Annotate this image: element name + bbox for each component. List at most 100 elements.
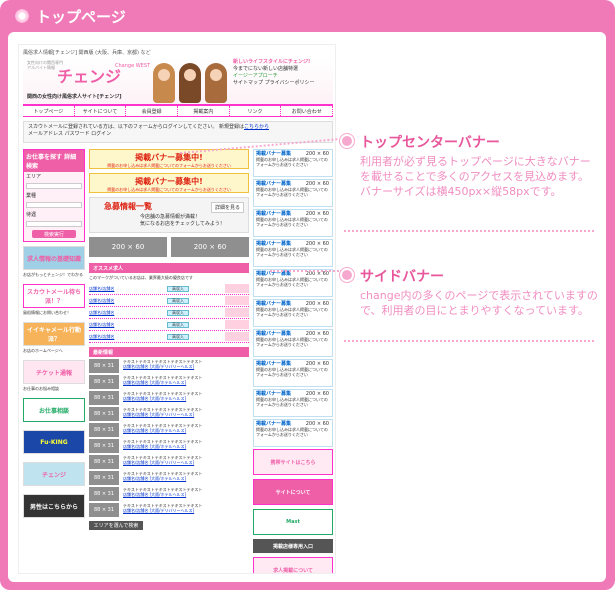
news-row[interactable]: 88 × 31 テキストテキストテキストテキストテキスト 店舗名/店舗名 [大阪/ホ… [89,487,249,501]
news-shop-link[interactable]: 店舗名/店舗名 [大阪/ホテルヘルス] [123,396,249,401]
recommend-shop-link[interactable]: 店舗名/店舗名 [89,334,137,340]
recommend-thumb[interactable] [225,308,249,317]
side-banner[interactable]: 掲載バナー募集 200 × 60 掲載のお申し込みは求人掲載についてのフォームからお… [253,419,333,447]
urgent-jobs-box[interactable]: 急募情報一覧 詳細を見る 今店舗の急募情報が満載！ 気になるお店をチェックしてみ… [89,197,249,233]
recommend-row[interactable]: 店舗名/店舗名 高収入 [89,295,249,307]
search-button[interactable]: 検索実行 [32,230,76,238]
ticket-banner[interactable]: チケット通報 [23,360,85,384]
news-banner-88x31[interactable]: 88 × 31 [89,359,119,373]
news-shop-link[interactable]: 店舗名/店舗名 [大阪/デリバリーヘルス] [123,508,249,513]
nav-register[interactable]: 会員登録 [126,106,179,116]
action-banner[interactable]: イイキャメール行動派？ [23,322,85,346]
nav-about[interactable]: サイトについて [75,106,127,116]
shop-login-button[interactable]: 掲載店様専用入口 [253,539,333,553]
news-shop-link[interactable]: 店舗名/店舗名 [大阪/ホテルヘルス] [123,444,249,449]
area-select[interactable] [26,183,82,189]
side-banner-size: 200 × 60 [305,301,329,307]
news-banner-88x31[interactable]: 88 × 31 [89,407,119,421]
news-row[interactable]: 88 × 31 テキストテキストテキストテキストテキスト 店舗名/店舗名 [大阪/ホ… [89,423,249,437]
news-shop-link[interactable]: 店舗名/店舗名 [大阪/デリバリーヘルス] [123,364,249,369]
recommend-row[interactable]: 店舗名/店舗名 高収入 [89,319,249,331]
side-banner[interactable]: 掲載バナー募集 200 × 60 掲載のお申し込みは求人掲載についてのフォームからお… [253,389,333,417]
about-site-banner[interactable]: サイトについて [253,479,333,505]
side-banner-size: 200 × 60 [305,271,329,277]
recommend-shop-link[interactable]: 店舗名/店舗名 [89,322,137,328]
header-links[interactable]: サイトマップ プライバシーポリシー [233,80,329,87]
industry-select[interactable] [26,202,82,208]
recommend-shop-link[interactable]: 店舗名/店舗名 [89,310,137,316]
login-fields[interactable]: メールアドレス パスワード ログイン [28,131,328,138]
side-banner-size: 200 × 60 [305,211,329,217]
recommend-badge: 高収入 [167,321,189,328]
side-banner-size: 200 × 60 [305,361,329,367]
banner-200x60-right[interactable]: 200 × 60 [171,237,249,257]
site-logo[interactable]: チェンジ [57,63,121,87]
news-row[interactable]: 88 × 31 テキストテキストテキストテキストテキスト 店舗名/店舗名 [大阪/ホ… [89,471,249,485]
recommend-row[interactable]: 店舗名/店舗名 高収入 [89,307,249,319]
side-banner[interactable]: 掲載バナー募集 200 × 60 掲載のお申し込みは求人掲載についてのフォームからお… [253,329,333,357]
callout-side-banner: サイドバナー change内の多くのページで表示されていますので、利用者の目にと… [340,264,602,354]
news-row[interactable]: 88 × 31 テキストテキストテキストテキストテキスト 店舗名/店舗名 [大阪/ホ… [89,439,249,453]
news-row[interactable]: 88 × 31 テキストテキストテキストテキストテキスト 店舗名/店舗名 [大阪/デ… [89,359,249,373]
recommend-row[interactable]: 店舗名/店舗名 高収入 [89,331,249,343]
news-shop-link[interactable]: 店舗名/店舗名 [大阪/デリバリーヘルス] [123,460,249,465]
recommend-shop-link[interactable]: 店舗名/店舗名 [89,286,137,292]
news-banner-88x31[interactable]: 88 × 31 [89,455,119,469]
news-banner-88x31[interactable]: 88 × 31 [89,487,119,501]
news-row[interactable]: 88 × 31 テキストテキストテキストテキストテキスト 店舗名/店舗名 [大阪/デ… [89,455,249,469]
mobile-site-banner[interactable]: 携帯サイトはこちら [253,449,333,475]
news-row[interactable]: 88 × 31 テキストテキストテキストテキストテキスト 店舗名/店舗名 [大阪/デ… [89,503,249,517]
change-banner[interactable]: チェンジ [23,462,85,486]
recommend-shop-link[interactable]: 店舗名/店舗名 [89,298,137,304]
recruit-info-banner[interactable]: 求人掲載について [253,557,333,573]
news-banner-88x31[interactable]: 88 × 31 [89,391,119,405]
news-banner-88x31[interactable]: 88 × 31 [89,423,119,437]
news-banner-88x31[interactable]: 88 × 31 [89,503,119,517]
side-banner[interactable]: 掲載バナー募集 200 × 60 掲載のお申し込みは求人掲載についてのフォームからお… [253,299,333,327]
nav-advertise[interactable]: 掲載案内 [178,106,230,116]
news-shop-link[interactable]: 店舗名/店舗名 [大阪/ホテルヘルス] [123,492,249,497]
register-link[interactable]: こちらから [244,124,269,130]
recommend-thumb[interactable] [225,320,249,329]
urgent-detail-button[interactable]: 詳細を見る [210,202,244,213]
news-shop-link[interactable]: 店舗名/店舗名 [大阪/デリバリーヘルス] [123,412,249,417]
nav-link[interactable]: リンク [230,106,282,116]
top-center-banner-1[interactable]: 掲載バナー募集中! 掲載のお申し込みは求人掲載についてのフォームからお送りくださ… [89,149,249,169]
callout-top-center-banner: トップセンターバナー 利用者が必ず見るトップページに大きなバナーを載せることで多… [340,130,602,240]
nav-top[interactable]: トップページ [23,106,75,116]
recommend-thumb[interactable] [225,296,249,305]
side-banner[interactable]: 掲載バナー募集 200 × 60 掲載のお申し込みは求人掲載についてのフォームからお… [253,149,333,177]
news-row[interactable]: 88 × 31 テキストテキストテキストテキストテキスト 店舗名/店舗名 [大阪/デ… [89,407,249,421]
recommend-thumb[interactable] [225,284,249,293]
news-row[interactable]: 88 × 31 テキストテキストテキストテキストテキスト 店舗名/店舗名 [大阪/ホ… [89,375,249,389]
basics-banner[interactable]: 求人情報の基礎知識 [23,246,85,270]
news-banner-88x31[interactable]: 88 × 31 [89,471,119,485]
scout-banner[interactable]: スカウトメール待ち派！？ [23,284,85,308]
site-screenshot: 風俗求人情報[チェンジ] 関西版 (大阪、兵庫、京都) など 女性向けの関西専門… [18,44,336,574]
news-banner-88x31[interactable]: 88 × 31 [89,375,119,389]
area-search-button[interactable]: エリアを選んで検索 [89,521,143,530]
news-banner-88x31[interactable]: 88 × 31 [89,439,119,453]
side-banner[interactable]: 掲載バナー募集 200 × 60 掲載のお申し込みは求人掲載についてのフォームからお… [253,239,333,267]
recommend-row[interactable]: 店舗名/店舗名 高収入 [89,283,249,295]
top-center-banner-2[interactable]: 掲載バナー募集中! 掲載のお申し込みは求人掲載についてのフォームからお送りくださ… [89,173,249,193]
consult-banner[interactable]: お仕事相談 [23,398,85,422]
benefit-select[interactable] [26,221,82,227]
news-shop-link[interactable]: 店舗名/店舗名 [大阪/ホテルヘルス] [123,476,249,481]
side-banner[interactable]: 掲載バナー募集 200 × 60 掲載のお申し込みは求人掲載についてのフォームからお… [253,269,333,297]
banner-200x60-left[interactable]: 200 × 60 [89,237,167,257]
mens-banner[interactable]: 男性はこちらから [23,494,85,518]
news-shop-link[interactable]: 店舗名/店舗名 [大阪/ホテルヘルス] [123,380,249,385]
side-banner-size: 200 × 60 [305,181,329,187]
recommend-thumb[interactable] [225,332,249,341]
side-banner[interactable]: 掲載バナー募集 200 × 60 掲載のお申し込みは求人掲載についてのフォームからお… [253,209,333,237]
news-row[interactable]: 88 × 31 テキストテキストテキストテキストテキスト 店舗名/店舗名 [大阪/ホ… [89,391,249,405]
fuking-banner[interactable]: Fu-KING [23,430,85,454]
side-banner[interactable]: 掲載バナー募集 200 × 60 掲載のお申し込みは求人掲載についてのフォームからお… [253,359,333,387]
side-banner[interactable]: 掲載バナー募集 200 × 60 掲載のお申し込みは求人掲載についてのフォームからお… [253,179,333,207]
job-search-box: お仕事を探す 詳細検索 エリア 業種 待遇 検索実行 [23,149,85,242]
news-shop-link[interactable]: 店舗名/店舗名 [大阪/ホテルヘルス] [123,428,249,433]
mast-banner[interactable]: Mast [253,509,333,535]
header-catchcopy: 新しいライフスタイルにチェンジ! 今までにない新しい店舗特選 イージーアプローチ… [233,59,329,87]
nav-contact[interactable]: お問い合わせ [281,106,334,116]
